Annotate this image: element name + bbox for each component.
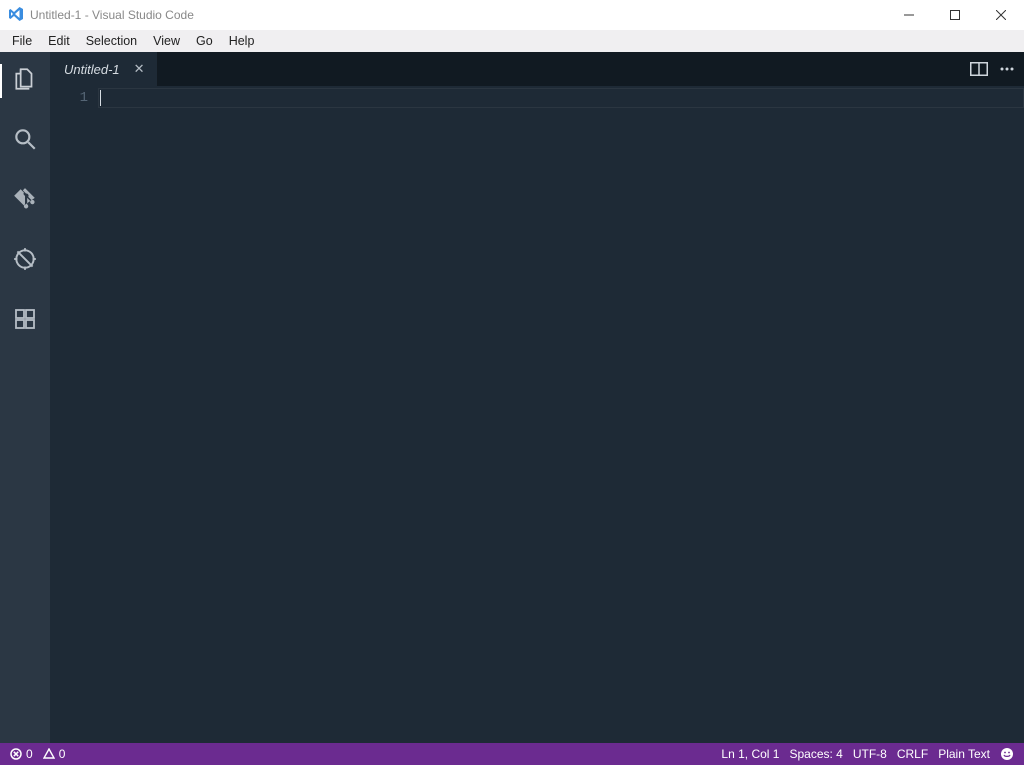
status-linecol[interactable]: Ln 1, Col 1 bbox=[721, 747, 779, 761]
current-line-highlight bbox=[98, 88, 1024, 108]
debug-icon bbox=[12, 246, 38, 277]
split-editor-icon[interactable] bbox=[970, 62, 988, 76]
status-right: Ln 1, Col 1 Spaces: 4 UTF-8 CRLF Plain T… bbox=[721, 747, 1014, 761]
warning-icon bbox=[43, 748, 55, 760]
activity-debug[interactable] bbox=[0, 240, 50, 282]
status-errors[interactable]: 0 bbox=[10, 747, 33, 761]
status-encoding[interactable]: UTF-8 bbox=[853, 747, 887, 761]
close-button[interactable] bbox=[978, 0, 1024, 30]
editor[interactable]: 1 bbox=[50, 86, 1024, 743]
menu-selection[interactable]: Selection bbox=[78, 32, 145, 50]
status-spaces[interactable]: Spaces: 4 bbox=[789, 747, 842, 761]
error-icon bbox=[10, 748, 22, 760]
status-feedback[interactable] bbox=[1000, 747, 1014, 761]
menu-file[interactable]: File bbox=[4, 32, 40, 50]
activity-extensions[interactable] bbox=[0, 300, 50, 342]
window-controls bbox=[886, 0, 1024, 30]
close-icon[interactable]: ✕ bbox=[134, 61, 145, 77]
editor-area: Untitled-1 ✕ 1 bbox=[50, 52, 1024, 743]
activity-bar bbox=[0, 52, 50, 743]
status-error-count: 0 bbox=[26, 747, 33, 761]
vscode-icon bbox=[8, 6, 24, 25]
status-eol[interactable]: CRLF bbox=[897, 747, 928, 761]
gutter: 1 bbox=[50, 86, 98, 743]
code-area[interactable] bbox=[98, 86, 1024, 743]
menu-edit[interactable]: Edit bbox=[40, 32, 78, 50]
activity-search[interactable] bbox=[0, 120, 50, 162]
tabs-bar: Untitled-1 ✕ bbox=[50, 52, 1024, 86]
menu-go[interactable]: Go bbox=[188, 32, 221, 50]
tabs-actions bbox=[970, 52, 1024, 86]
status-left: 0 0 bbox=[10, 747, 65, 761]
menu-help[interactable]: Help bbox=[221, 32, 263, 50]
extensions-icon bbox=[13, 307, 37, 336]
main: Untitled-1 ✕ 1 bbox=[0, 52, 1024, 743]
titlebar-left: Untitled-1 - Visual Studio Code bbox=[8, 6, 194, 25]
line-number: 1 bbox=[50, 90, 88, 106]
window-title: Untitled-1 - Visual Studio Code bbox=[30, 8, 194, 22]
activity-explorer[interactable] bbox=[0, 60, 50, 102]
minimize-button[interactable] bbox=[886, 0, 932, 30]
files-icon bbox=[12, 66, 38, 97]
menubar: File Edit Selection View Go Help bbox=[0, 30, 1024, 52]
status-bar: 0 0 Ln 1, Col 1 Spaces: 4 UTF-8 CRLF Pla… bbox=[0, 743, 1024, 765]
smiley-icon bbox=[1000, 747, 1014, 761]
window: Untitled-1 - Visual Studio Code File Edi… bbox=[0, 0, 1024, 765]
tabs-left: Untitled-1 ✕ bbox=[50, 52, 158, 86]
status-warning-count: 0 bbox=[59, 747, 66, 761]
titlebar: Untitled-1 - Visual Studio Code bbox=[0, 0, 1024, 30]
status-warnings[interactable]: 0 bbox=[43, 747, 66, 761]
maximize-button[interactable] bbox=[932, 0, 978, 30]
menu-view[interactable]: View bbox=[145, 32, 188, 50]
git-icon bbox=[12, 186, 38, 217]
search-icon bbox=[12, 126, 38, 157]
status-language[interactable]: Plain Text bbox=[938, 747, 990, 761]
tab-label: Untitled-1 bbox=[64, 62, 120, 77]
more-icon[interactable] bbox=[998, 62, 1016, 76]
activity-source-control[interactable] bbox=[0, 180, 50, 222]
tab-untitled-1[interactable]: Untitled-1 ✕ bbox=[50, 52, 158, 86]
